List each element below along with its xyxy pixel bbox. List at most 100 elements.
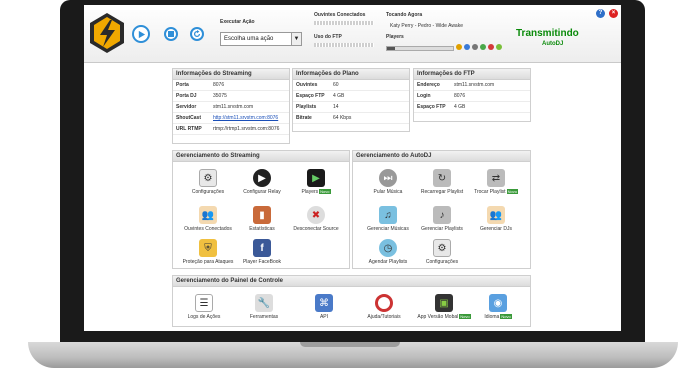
api-icon: ⌘ (315, 294, 333, 312)
info-row: Playlists 14 (293, 102, 409, 113)
player-seek-bar[interactable] (386, 46, 454, 51)
info-row: Bitrate 64 Kbps (293, 113, 409, 124)
streaming-info-panel: Informações do Streaming Porta 8076 Porta… (172, 68, 290, 144)
reload-icon: ↻ (433, 169, 451, 187)
info-key: Porta DJ (176, 93, 197, 99)
menu-item-label: Player FaceBook (242, 259, 282, 265)
info-key: Espaço FTP (417, 104, 446, 110)
music-folder-icon: ♫ (379, 206, 397, 224)
menu-item-label: Idioma (484, 314, 500, 320)
player-seek-fill (387, 47, 395, 50)
info-key: ShoutCast (176, 115, 201, 121)
shield-icon: ⛨ (199, 239, 217, 257)
autodj-mgmt-panel: Gerenciamento do AutoDJ ⏭ Pular Música ↻… (352, 150, 531, 269)
info-key: Playlists (296, 104, 317, 110)
menu-item-label: Trocar Playlist (474, 189, 506, 195)
info-key: Espaço FTP (296, 93, 325, 99)
menu-item-player-facebook[interactable]: f Player FaceBook (227, 239, 297, 265)
tools-icon: 🔧 (255, 294, 273, 312)
plan-info-title: Informações do Plano (293, 69, 409, 80)
info-row: Espaço FTP 4 GB (414, 102, 530, 113)
itunes-icon[interactable] (488, 44, 494, 50)
header-toolbar: Executar Ação Escolha uma ação ▼ Ouvinte… (84, 5, 621, 63)
info-key: Servidor (176, 104, 197, 110)
settings-icon: ⚙ (433, 239, 451, 257)
now-playing-value: Katy Perry - Pedro - Wide Awake (390, 23, 463, 29)
close-icon[interactable]: × (609, 9, 618, 18)
status-title: Transmitindo (516, 28, 579, 39)
wmp-player-icon[interactable] (464, 44, 470, 50)
menu-item-idioma[interactable]: ◉ Idioma Novo (463, 294, 533, 320)
action-select[interactable]: Escolha uma ação ▼ (220, 32, 302, 46)
facebook-icon: f (253, 239, 271, 257)
menu-item-gerenciar-djs[interactable]: 👥 Gerenciar DJs (461, 206, 531, 232)
info-value: rtmp://rtmp1.srvstm.com:8076 (213, 126, 280, 132)
menu-item-label: Estatísticas (249, 226, 275, 232)
stop-icon (168, 31, 174, 37)
menu-item-label: Configurações (425, 259, 459, 265)
play-button[interactable] (132, 25, 150, 43)
panel-mgmt-panel: Gerenciamento do Painel de Controle ☰ Lo… (172, 275, 531, 327)
ftp-info-panel: Informações do FTP Endereço stm11.srvstm.… (413, 68, 531, 122)
android-player-icon[interactable] (496, 44, 502, 50)
menu-item-label: Recarregar Playlist (420, 189, 464, 195)
menu-item-label: Pular Música (373, 189, 403, 195)
menu-item-label: Configurações (191, 189, 225, 195)
settings-icon: ⚙ (199, 169, 217, 187)
listeners-label: Ouvintes Conectados (314, 12, 366, 18)
new-badge: Novo (506, 189, 518, 195)
status-subtitle: AutoDJ (542, 41, 564, 47)
realplayer-icon[interactable] (472, 44, 478, 50)
restart-button[interactable] (190, 27, 204, 41)
info-value: 4 GB (454, 104, 466, 110)
menu-item-label: Ferramentas (249, 314, 279, 320)
info-value: stm11.srvstm.com (213, 104, 254, 110)
menu-item-players[interactable]: ▶ Players Novo (281, 169, 351, 195)
stop-button[interactable] (164, 27, 178, 41)
info-value: stm11.srvstm.com (454, 82, 495, 88)
menu-item-label: Proteção para Ataques (182, 259, 234, 265)
play-icon: ▶ (253, 169, 271, 187)
info-value: 14 (333, 104, 339, 110)
swap-icon: ⇄ (487, 169, 505, 187)
refresh-icon (193, 30, 201, 38)
new-badge: Novo (500, 314, 512, 320)
streaming-mgmt-title: Gerenciamento do Streaming (173, 151, 349, 162)
quicktime-icon[interactable] (480, 44, 486, 50)
info-row: Ouvintes 60 (293, 80, 409, 91)
streaming-info-title: Informações do Streaming (173, 69, 289, 80)
info-value: 35075 (213, 93, 227, 99)
menu-item-trocar-playlist[interactable]: ⇄ Trocar Playlist Novo (461, 169, 531, 195)
listeners-meter (314, 21, 374, 25)
menu-item-desconectar-source[interactable]: ✖ Desconectar Source (281, 206, 351, 232)
menu-item-label: Gerenciar Playlists (421, 226, 463, 232)
menu-item-label: Ajuda/Tutoriais (367, 314, 401, 320)
menu-item-label: API (319, 314, 329, 320)
menu-item-label: Ouvintes Conectados (184, 226, 232, 232)
now-playing-label: Tocando Agora (386, 12, 423, 18)
players-label: Players (386, 34, 404, 40)
info-value: 4 GB (333, 93, 345, 99)
logs-icon: ☰ (195, 294, 213, 312)
shoutcast-link[interactable]: http://stm11.srvstm.com:8076 (213, 113, 289, 123)
new-badge: Novo (319, 189, 331, 195)
info-key: Endereço (417, 82, 440, 88)
menu-item-label: Logs de Ações (187, 314, 221, 320)
ftp-usage-label: Uso do FTP (314, 34, 342, 40)
info-value: 8076 (454, 93, 466, 99)
laptop-notch (300, 342, 400, 347)
menu-item-configuracoes-autodj[interactable]: ⚙ Configurações (407, 239, 477, 265)
ftp-info-title: Informações do FTP (414, 69, 530, 80)
info-row: Login 8076 (414, 91, 530, 102)
ftp-usage-meter (314, 43, 374, 47)
panel-mgmt-title: Gerenciamento do Painel de Controle (173, 276, 530, 287)
info-row: Endereço stm11.srvstm.com (414, 80, 530, 91)
menu-item-label: Gerenciar DJs (480, 226, 512, 232)
menu-item-label: App Versão Mobal (417, 314, 459, 320)
action-select-value: Escolha uma ação (224, 36, 274, 42)
info-row: Servidor stm11.srvstm.com (173, 102, 289, 113)
players-icon: ▶ (307, 169, 325, 187)
action-label: Executar Ação (220, 19, 255, 25)
winamp-player-icon[interactable] (456, 44, 462, 50)
help-icon[interactable]: ? (596, 9, 605, 18)
